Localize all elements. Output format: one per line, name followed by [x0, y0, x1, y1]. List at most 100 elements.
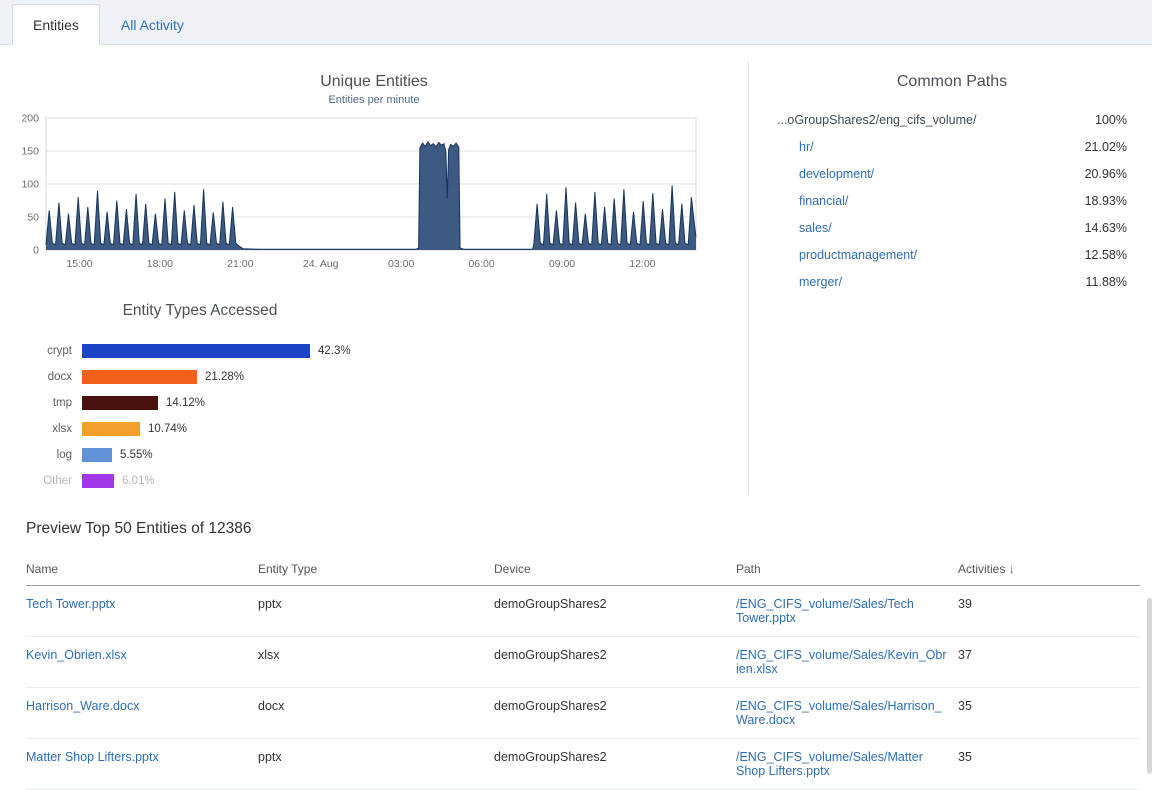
common-path-percent: 21.02% [1085, 140, 1127, 154]
common-paths-panel: Common Paths ...oGroupShares2/eng_cifs_v… [748, 61, 1152, 494]
activities-cell: 37 [958, 637, 1140, 688]
device-cell: demoGroupShares2 [494, 688, 736, 739]
common-path-link[interactable]: productmanagement/ [777, 248, 917, 262]
common-path-percent: 100% [1095, 113, 1127, 127]
bar-category-label: docx [16, 371, 72, 383]
table-scrollbar-thumb[interactable] [1147, 598, 1152, 774]
common-path-link[interactable]: financial/ [777, 194, 848, 208]
activities-cell: 39 [958, 586, 1140, 637]
common-path-link[interactable]: sales/ [777, 221, 832, 235]
table-row: Kevin_Obrien.xlsx xlsx demoGroupShares2 … [26, 637, 1140, 688]
unique-entities-subtitle: Entities per minute [0, 94, 748, 106]
svg-text:06:00: 06:00 [468, 258, 494, 270]
preview-title: Preview Top 50 Entities of 12386 [26, 520, 1140, 538]
common-path-row: merger/ 11.88% [777, 269, 1127, 296]
entity-types-chart: Entity Types Accessed crypt 42.3% docx 2… [0, 302, 748, 494]
svg-text:50: 50 [27, 212, 39, 224]
common-path-percent: 11.88% [1086, 275, 1127, 289]
bar [82, 422, 140, 436]
bar-category-label: xlsx [16, 423, 72, 435]
preview-section: Preview Top 50 Entities of 12386 NameEnt… [0, 520, 1152, 790]
entity-type-cell: pptx [258, 739, 494, 790]
bar [82, 370, 197, 384]
entity-type-cell: docx [258, 688, 494, 739]
svg-text:15:00: 15:00 [66, 258, 92, 270]
bar [82, 396, 158, 410]
sort-desc-icon: ↓ [1009, 562, 1015, 576]
column-header-entity-type[interactable]: Entity Type [258, 554, 494, 586]
bar-value-label: 21.28% [205, 371, 244, 383]
table-header-row: NameEntity TypeDevicePathActivities ↓ [26, 554, 1140, 586]
unique-entities-plot: 0 50 100 150 200 15:00 18:00 21:00 24. Aug 03:00 0… [6, 112, 712, 274]
table-row: Tech Tower.pptx pptx demoGroupShares2 /E… [26, 586, 1140, 637]
tab-bar: Entities All Activity [0, 0, 1152, 45]
table-body: Tech Tower.pptx pptx demoGroupShares2 /E… [26, 586, 1140, 790]
entity-name-link[interactable]: Matter Shop Lifters.pptx [26, 750, 159, 764]
svg-text:150: 150 [21, 146, 39, 158]
column-header-name[interactable]: Name [26, 554, 258, 586]
bar [82, 344, 310, 358]
bar [82, 474, 114, 488]
svg-text:21:00: 21:00 [227, 258, 253, 270]
bar-row: Other 6.01% [0, 468, 748, 494]
svg-text:24. Aug: 24. Aug [303, 258, 339, 270]
bar-value-label: 5.55% [120, 449, 153, 461]
common-paths-list: ...oGroupShares2/eng_cifs_volume/ 100% h… [777, 107, 1127, 296]
unique-entities-chart: Unique Entities Entities per minute 0501… [0, 73, 748, 274]
common-path-row: sales/ 14.63% [777, 215, 1127, 242]
svg-text:200: 200 [21, 113, 39, 125]
activities-cell: 35 [958, 739, 1140, 790]
svg-text:0: 0 [33, 245, 39, 257]
common-path-root: ...oGroupShares2/eng_cifs_volume/ [777, 113, 976, 127]
bar-category-label: crypt [16, 345, 72, 357]
bar-row: tmp 14.12% [0, 390, 748, 416]
entity-name-link[interactable]: Harrison_Ware.docx [26, 699, 139, 713]
bar-row: log 5.55% [0, 442, 748, 468]
column-header-device[interactable]: Device [494, 554, 736, 586]
bar-category-label: log [16, 449, 72, 461]
entity-name-link[interactable]: Tech Tower.pptx [26, 597, 115, 611]
bar-category-label: tmp [16, 397, 72, 409]
bar [82, 448, 112, 462]
charts-row: Unique Entities Entities per minute 0501… [0, 45, 1152, 494]
svg-text:03:00: 03:00 [388, 258, 414, 270]
table-row: Harrison_Ware.docx docx demoGroupShares2… [26, 688, 1140, 739]
common-path-row: development/ 20.96% [777, 161, 1127, 188]
svg-text:18:00: 18:00 [147, 258, 173, 270]
entity-type-cell: pptx [258, 586, 494, 637]
common-path-link[interactable]: hr/ [777, 140, 814, 154]
common-paths-title: Common Paths [777, 73, 1127, 91]
svg-text:12:00: 12:00 [629, 258, 655, 270]
common-path-link[interactable]: development/ [777, 167, 874, 181]
common-path-percent: 14.63% [1085, 221, 1127, 235]
device-cell: demoGroupShares2 [494, 739, 736, 790]
entity-types-title: Entity Types Accessed [20, 302, 380, 320]
bar-row: xlsx 10.74% [0, 416, 748, 442]
entity-path-link[interactable]: /ENG_CIFS_volume/Sales/Harrison_Ware.doc… [736, 699, 948, 727]
common-path-row: productmanagement/ 12.58% [777, 242, 1127, 269]
entity-path-link[interactable]: /ENG_CIFS_volume/Sales/Tech Tower.pptx [736, 597, 948, 625]
bar-row: crypt 42.3% [0, 338, 748, 364]
column-header-activities[interactable]: Activities ↓ [958, 554, 1140, 586]
common-path-link[interactable]: merger/ [777, 275, 842, 289]
bar-value-label: 14.12% [166, 397, 205, 409]
bar-category-label: Other [16, 475, 72, 487]
svg-text:09:00: 09:00 [549, 258, 575, 270]
table-row: Matter Shop Lifters.pptx pptx demoGroupS… [26, 739, 1140, 790]
tab-all-activity[interactable]: All Activity [100, 4, 205, 44]
activities-cell: 35 [958, 688, 1140, 739]
column-header-path[interactable]: Path [736, 554, 958, 586]
common-path-row: hr/ 21.02% [777, 134, 1127, 161]
entities-table: NameEntity TypeDevicePathActivities ↓ Te… [26, 554, 1140, 790]
entity-name-link[interactable]: Kevin_Obrien.xlsx [26, 648, 127, 662]
entity-type-cell: xlsx [258, 637, 494, 688]
common-path-row: financial/ 18.93% [777, 188, 1127, 215]
device-cell: demoGroupShares2 [494, 586, 736, 637]
tab-entities[interactable]: Entities [12, 4, 100, 45]
common-path-row: ...oGroupShares2/eng_cifs_volume/ 100% [777, 107, 1127, 134]
bar-row: docx 21.28% [0, 364, 748, 390]
entity-path-link[interactable]: /ENG_CIFS_volume/Sales/Kevin_Obrien.xlsx [736, 648, 948, 676]
svg-text:100: 100 [21, 179, 39, 191]
bar-value-label: 10.74% [148, 423, 187, 435]
device-cell: demoGroupShares2 [494, 637, 736, 688]
